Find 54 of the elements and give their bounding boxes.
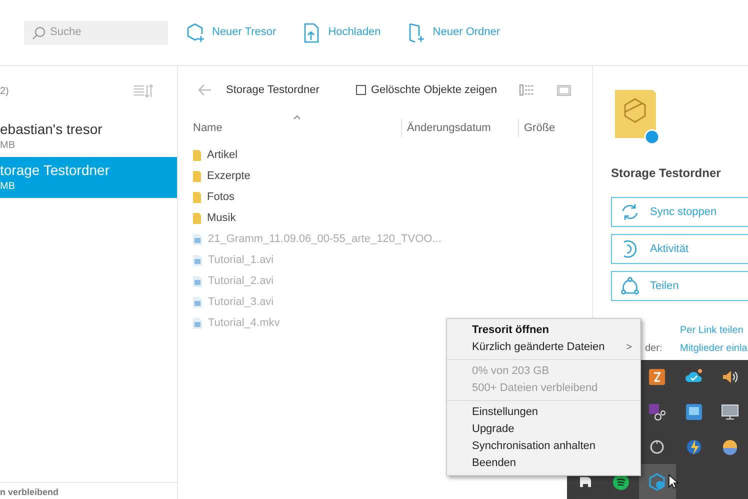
vault-name: torage Testordner [0, 162, 110, 178]
folder-icon [193, 171, 201, 182]
details-title: Storage Testordner [611, 165, 722, 182]
circle-icon[interactable] [648, 438, 666, 456]
file-icon [193, 318, 202, 329]
sort-caret-icon[interactable] [293, 115, 301, 120]
submenu-arrow: > [626, 341, 632, 355]
tile-view-icon[interactable] [556, 84, 571, 96]
remaining-text: n verbleibend [0, 486, 59, 498]
column-header[interactable]: Größe [518, 118, 556, 138]
folder-icon [193, 150, 201, 161]
file-name[interactable]: Exzerpte [207, 168, 250, 185]
menu-item[interactable]: Synchronisation anhalten [447, 438, 640, 455]
vault-name: ebastian's tresor [0, 120, 104, 138]
screen-app-icon[interactable] [684, 403, 703, 422]
network-app-icon[interactable] [648, 403, 666, 422]
vault-folder-icon [615, 90, 661, 146]
list-view-icon[interactable] [518, 84, 535, 96]
folder-title: Storage Testordner [226, 82, 320, 98]
file-name[interactable]: Artikel [207, 147, 238, 164]
menu-item[interactable]: Beenden [447, 455, 640, 472]
file-icon [193, 297, 202, 308]
menu-item[interactable]: Upgrade [447, 421, 640, 438]
folder-plus-icon [406, 22, 427, 44]
vault-size: MB [0, 180, 16, 194]
share-label: der: [645, 343, 662, 354]
file-name[interactable]: Fotos [207, 189, 235, 206]
mouse-cursor-icon [668, 474, 678, 489]
sync-icon [620, 202, 640, 222]
search-field[interactable]: Suche [24, 20, 168, 44]
vault-count: 2) [0, 84, 9, 98]
checkbox[interactable] [356, 85, 366, 95]
vault-item[interactable]: torage Testordner MB [0, 157, 177, 198]
menu-item[interactable]: Tresorit öffnen [447, 322, 640, 339]
folder-icon [193, 192, 201, 203]
z-app-icon[interactable] [648, 368, 666, 386]
folder-icon [193, 213, 201, 224]
menu-item[interactable]: Einstellungen [447, 404, 640, 421]
hexagon-plus-icon [186, 22, 206, 44]
menu-item[interactable]: Kürzlich geänderte Dateien > [447, 339, 640, 356]
file-icon [193, 234, 202, 245]
share-icon [620, 276, 640, 296]
column-header[interactable]: Name [178, 120, 401, 136]
search-input[interactable]: Suche [50, 24, 150, 41]
show-deleted-checkbox[interactable]: Gelöschte Objekte zeigen [356, 82, 497, 98]
vault-size: MB [0, 138, 16, 152]
column-header[interactable]: Änderungsdatum [401, 118, 518, 138]
vault-item[interactable]: ebastian's tresor MB [0, 116, 177, 157]
file-name[interactable]: Musik [207, 210, 236, 227]
file-icon [193, 255, 202, 266]
monitor-icon[interactable] [720, 403, 739, 422]
globe-app-icon[interactable] [684, 438, 703, 456]
search-icon [32, 26, 46, 40]
file-icon [193, 276, 202, 287]
